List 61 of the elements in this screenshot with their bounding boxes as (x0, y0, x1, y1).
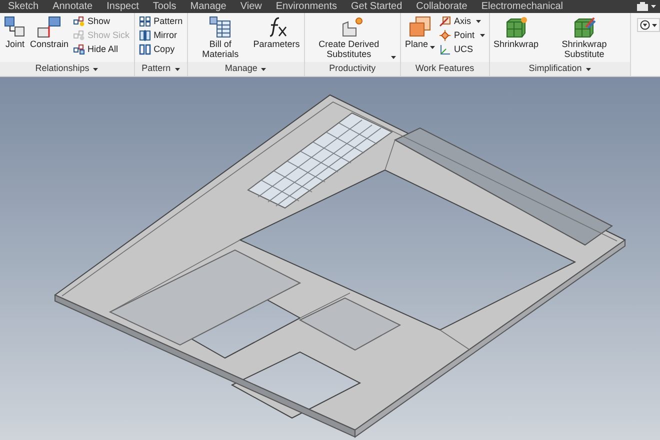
ribbon-button[interactable]: UCS (439, 44, 485, 55)
panel-title[interactable]: Manage (188, 62, 304, 76)
ribbon-button[interactable]: Hide All (72, 44, 130, 55)
mirror-icon (138, 30, 151, 41)
camera-icon[interactable] (637, 2, 648, 11)
ribbon-button[interactable]: Shrinkwrap Substitute (542, 16, 626, 59)
ribbon-tab[interactable]: Electromechanical (481, 0, 564, 12)
caret-icon (476, 20, 482, 23)
caret-icon (586, 68, 591, 70)
panel-title[interactable]: Relationships (0, 62, 134, 76)
ribbon-button[interactable]: Pattern (138, 16, 183, 27)
panel-title: Productivity (304, 62, 400, 76)
caret-icon[interactable] (651, 5, 656, 8)
constraint-icon (37, 16, 62, 38)
ribbon-button[interactable]: Mirror (138, 30, 183, 41)
caret-icon (93, 68, 98, 70)
copy-icon (138, 44, 151, 55)
ribbon-button[interactable]: Bill of Materials (192, 16, 250, 59)
ribbon-tab[interactable]: Manage (190, 0, 226, 12)
plane-icon (408, 16, 432, 38)
ribbon-button[interactable]: Create Derived Substitutes (308, 16, 396, 59)
ribbon-button[interactable]: Axis (439, 16, 485, 27)
ribbon-button[interactable]: Parameters (253, 16, 300, 49)
point-icon (439, 30, 452, 41)
dropdown-circle-icon (640, 20, 650, 30)
ribbon-tab[interactable]: Get Started (351, 0, 402, 12)
axis-icon (439, 16, 452, 27)
ribbon-tab[interactable]: Collaborate (416, 0, 468, 12)
cubes-icon (4, 16, 26, 38)
ribbon-tab[interactable]: Annotate (52, 0, 93, 12)
ribbon-button[interactable]: Show (72, 16, 130, 27)
caret-icon (652, 24, 657, 26)
cube-icon (504, 16, 528, 38)
ribbon-button[interactable]: Constrain (30, 16, 69, 49)
table-icon (209, 16, 232, 38)
caret-icon (430, 46, 436, 49)
ribbon-tab[interactable]: Tools (152, 0, 176, 12)
grid-icon (138, 16, 151, 27)
caret-icon (261, 68, 266, 70)
cube-icon (572, 16, 596, 38)
caret-icon (390, 56, 396, 59)
coordinate-axes-icon (439, 44, 452, 55)
derived-part-icon (340, 16, 364, 38)
panel-menu-button[interactable] (637, 18, 660, 32)
ribbon-tab[interactable]: Inspect (106, 0, 139, 12)
ribbon-button[interactable]: Point (439, 30, 485, 41)
caret-icon (174, 68, 180, 70)
link-icon (72, 16, 85, 27)
ribbon-tab[interactable]: Environments (276, 0, 338, 12)
caret-icon (480, 34, 485, 37)
link-icon (72, 44, 85, 55)
ribbon-button[interactable]: Plane (404, 16, 436, 49)
panel-title: Work Features (400, 62, 489, 76)
ribbon-button[interactable]: Copy (138, 44, 183, 55)
panel-title[interactable]: Simplification (490, 62, 630, 76)
ribbon-tab[interactable]: Sketch (8, 0, 39, 12)
ribbon-button[interactable]: Shrinkwrap (494, 16, 539, 49)
panel-title[interactable]: Pattern (134, 62, 187, 76)
link-icon (72, 30, 85, 41)
ribbon-tab[interactable]: View (240, 0, 262, 12)
ribbon-button[interactable]: Joint (4, 16, 26, 49)
